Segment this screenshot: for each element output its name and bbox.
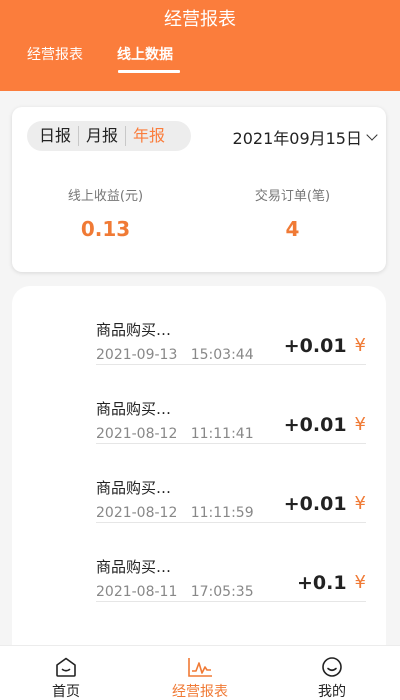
bottom-navigation: 首页 经营报表 我的 bbox=[0, 645, 400, 700]
date-value: 2021年09月15日 bbox=[232, 129, 362, 148]
period-yearly[interactable]: 年报 bbox=[126, 126, 172, 146]
online-income-value: 0.13 bbox=[80, 217, 131, 241]
period-daily[interactable]: 日报 bbox=[39, 126, 80, 146]
chart-icon bbox=[188, 658, 212, 677]
profile-icon bbox=[322, 657, 342, 677]
amount-value: +0.01 bbox=[283, 414, 347, 436]
nav-home[interactable]: 首页 bbox=[36, 646, 96, 700]
nav-profile[interactable]: 我的 bbox=[302, 646, 362, 700]
transaction-time: 11:11:41 bbox=[190, 426, 254, 442]
orders-value: 4 bbox=[285, 217, 300, 241]
currency-symbol: ¥ bbox=[354, 335, 366, 356]
list-item[interactable]: 商品购买… 2021-09-13 15:03:44 +0.01 ¥ bbox=[96, 286, 366, 365]
transaction-time: 11:11:59 bbox=[190, 505, 254, 521]
tab-business-report[interactable]: 经营报表 bbox=[27, 44, 83, 66]
amount-value: +0.01 bbox=[283, 335, 347, 357]
transaction-date: 2021-09-13 bbox=[96, 347, 178, 363]
transaction-title: 商品购买… bbox=[96, 479, 172, 497]
transaction-date: 2021-08-11 bbox=[96, 584, 178, 600]
online-income-stat: 线上收益(元) 0.13 bbox=[12, 187, 199, 241]
list-item[interactable]: 商品购买… 2021-08-12 11:11:41 +0.01 ¥ bbox=[96, 365, 366, 444]
nav-home-label: 首页 bbox=[52, 684, 80, 700]
active-tab-indicator bbox=[118, 70, 180, 73]
transaction-title: 商品购买… bbox=[96, 321, 172, 339]
app-header: 经营报表 经营报表 线上数据 bbox=[0, 0, 400, 91]
transaction-date: 2021-08-12 bbox=[96, 426, 178, 442]
transaction-timestamp: 2021-08-11 17:05:35 bbox=[96, 582, 254, 602]
orders-stat: 交易订单(笔) 4 bbox=[199, 187, 386, 241]
nav-business-report-label: 经营报表 bbox=[172, 684, 228, 700]
currency-symbol: ¥ bbox=[354, 572, 366, 593]
transaction-timestamp: 2021-08-12 11:11:41 bbox=[96, 424, 254, 444]
transaction-timestamp: 2021-08-12 11:11:59 bbox=[96, 503, 254, 523]
transaction-title: 商品购买… bbox=[96, 558, 172, 576]
currency-symbol: ¥ bbox=[354, 493, 366, 514]
transaction-date: 2021-08-12 bbox=[96, 505, 178, 521]
list-item[interactable]: 商品购买… 2021-08-11 17:05:35 +0.1 ¥ bbox=[96, 523, 366, 602]
currency-symbol: ¥ bbox=[354, 414, 366, 435]
date-picker[interactable]: 2021年09月15日 bbox=[232, 125, 378, 149]
transaction-title: 商品购买… bbox=[96, 400, 172, 418]
tab-online-data[interactable]: 线上数据 bbox=[117, 44, 173, 66]
home-icon bbox=[56, 657, 76, 677]
period-selector: 日报 月报 年报 bbox=[27, 121, 191, 151]
list-item[interactable]: 商品购买… 2021-08-12 11:11:59 +0.01 ¥ bbox=[96, 444, 366, 523]
period-monthly[interactable]: 月报 bbox=[79, 126, 127, 146]
transaction-timestamp: 2021-09-13 15:03:44 bbox=[96, 345, 254, 365]
transaction-amount: +0.01 ¥ bbox=[284, 492, 366, 516]
chevron-down-icon bbox=[366, 129, 378, 141]
amount-value: +0.01 bbox=[283, 493, 347, 515]
nav-business-report[interactable]: 经营报表 bbox=[160, 646, 240, 700]
transaction-amount: +0.1 ¥ bbox=[297, 571, 366, 595]
summary-card: 日报 月报 年报 2021年09月15日 线上收益(元) 0.13 交易订单(笔… bbox=[12, 107, 386, 272]
nav-profile-label: 我的 bbox=[318, 684, 346, 700]
amount-value: +0.1 bbox=[296, 572, 347, 594]
transaction-amount: +0.01 ¥ bbox=[284, 413, 366, 437]
transaction-list: 商品购买… 2021-09-13 15:03:44 +0.01 ¥ 商品购买… … bbox=[12, 286, 386, 700]
transaction-time: 15:03:44 bbox=[190, 347, 254, 363]
transaction-time: 17:05:35 bbox=[190, 584, 254, 600]
page-title: 经营报表 bbox=[164, 9, 236, 30]
transaction-amount: +0.01 ¥ bbox=[284, 334, 366, 358]
orders-label: 交易订单(笔) bbox=[254, 189, 331, 204]
online-income-label: 线上收益(元) bbox=[67, 189, 144, 204]
